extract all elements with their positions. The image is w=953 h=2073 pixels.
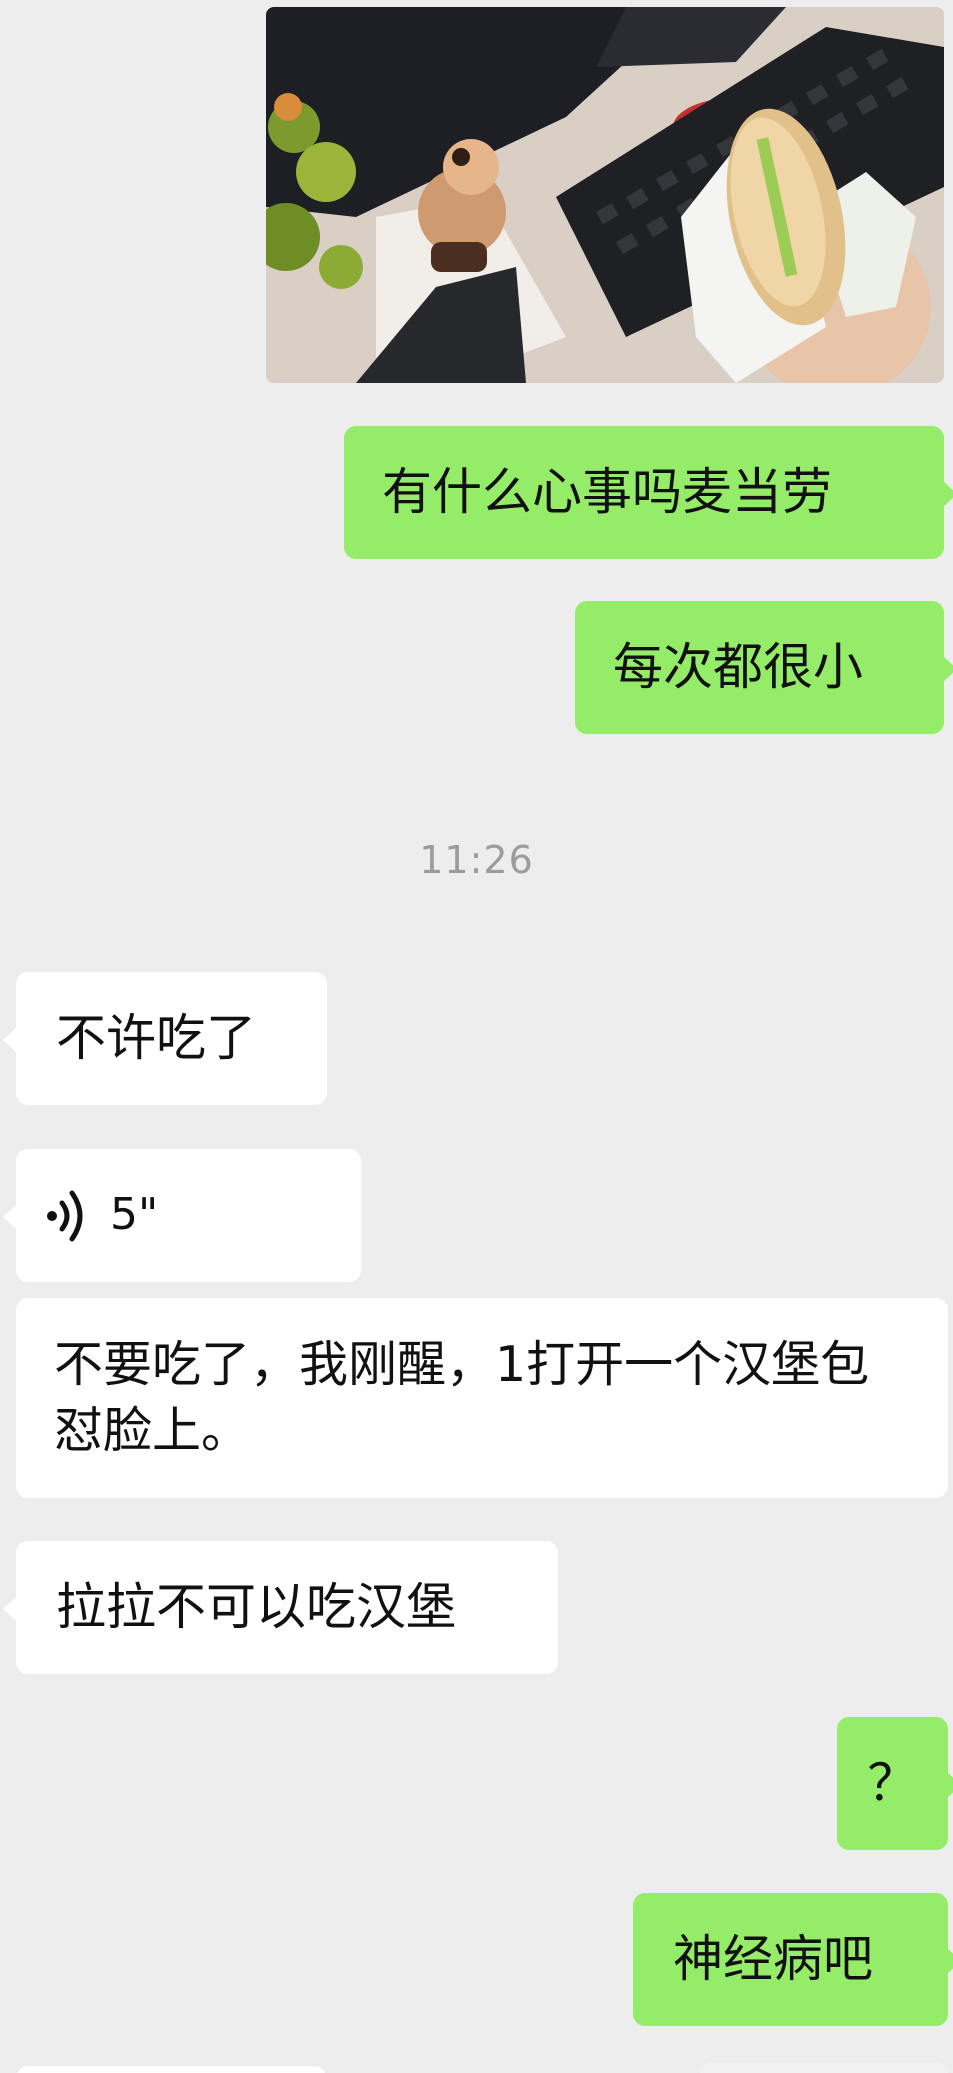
message-text: 不许吃了 [56,1009,256,1067]
sent-message-bubble[interactable]: ？ [837,1717,953,1850]
voice-duration: 5" [110,1189,159,1241]
received-message-bubble[interactable]: 拉拉不可以吃汉堡 [3,1541,558,1674]
sent-message-bubble[interactable]: 神经病吧 [633,1893,953,2026]
sent-message-bubble[interactable]: 有什么心事吗麦当劳 [344,426,953,559]
sent-message-bubble[interactable]: 每次都很小 [575,601,953,734]
message-text: 拉拉不可以吃汉堡 [56,1578,456,1636]
message-text: 每次都很小 [613,638,863,696]
burger-photo-image [266,7,944,383]
photo-message[interactable] [266,7,944,383]
partial-message-bubble [700,2062,948,2073]
message-text: 神经病吧 [673,1930,873,1988]
voice-message-bubble[interactable]: 5" [3,1149,361,1282]
message-text: ？ [867,1754,918,1812]
received-message-bubble[interactable]: 不许吃了 [3,972,327,1105]
partial-message-bubble [16,2066,326,2073]
received-message-bubble[interactable]: 不要吃了，我刚醒，1打开一个汉堡包怼脸上。 [16,1298,948,1498]
voice-wave-icon [47,1190,83,1241]
message-text: 不要吃了，我刚醒，1打开一个汉堡包怼脸上。 [54,1336,870,1459]
chat-window: 有什么心事吗麦当劳 每次都很小 11:26 不许吃了 5" 不要吃了，我刚醒，1… [0,0,953,2073]
chat-timestamp: 11:26 [419,838,534,882]
message-text: 有什么心事吗麦当劳 [382,463,832,521]
